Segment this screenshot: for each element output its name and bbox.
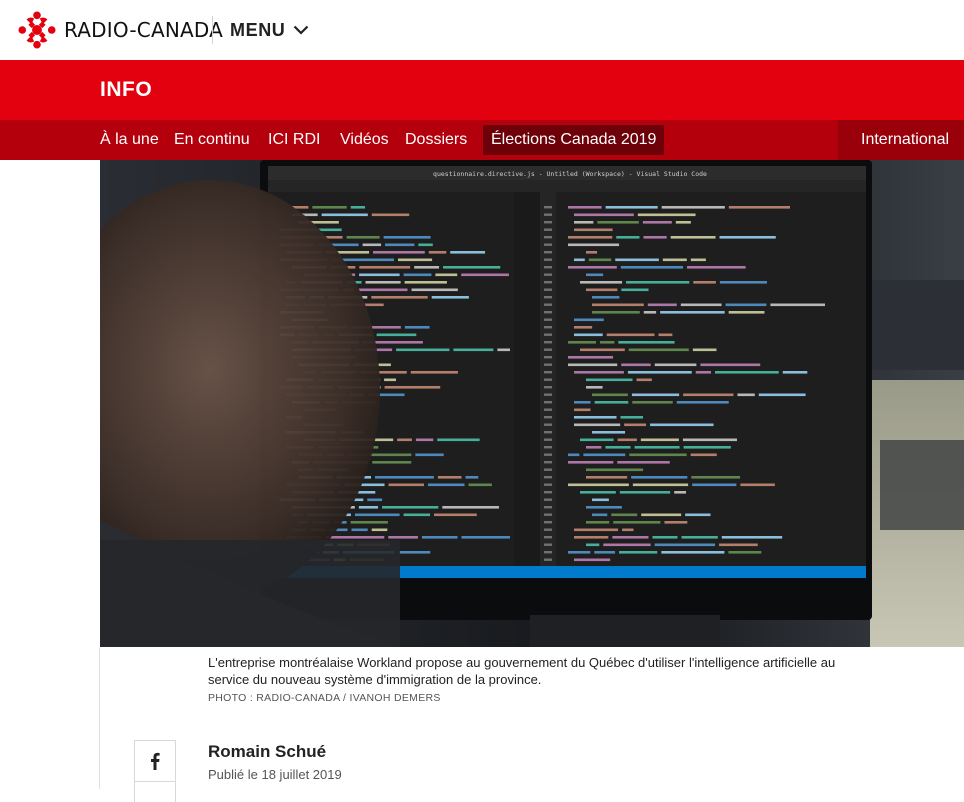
nav-item-videos[interactable]: Vidéos xyxy=(340,120,389,160)
share-button-next[interactable] xyxy=(134,781,176,802)
facebook-icon xyxy=(151,752,160,770)
menu-button[interactable]: MENU xyxy=(230,19,309,41)
nav-item-ici-rdi[interactable]: ICI RDI xyxy=(268,120,320,160)
facebook-share-button[interactable] xyxy=(134,740,176,782)
window-title: questionnaire.directive.js - Untitled (W… xyxy=(433,170,707,178)
article-photo: questionnaire.directive.js - Untitled (W… xyxy=(100,160,964,647)
publish-date: Publié le 18 juillet 2019 xyxy=(208,767,342,782)
section-title[interactable]: INFO xyxy=(100,78,152,102)
menu-label: MENU xyxy=(230,19,286,40)
photo-credit: PHOTO : RADIO-CANADA / IVANOH DEMERS xyxy=(208,692,441,704)
nav-item-elections-canada-2019[interactable]: Élections Canada 2019 xyxy=(483,125,665,155)
photo-illustration: questionnaire.directive.js - Untitled (W… xyxy=(100,160,964,647)
nav-item-en-continu[interactable]: En continu xyxy=(174,120,250,160)
radio-canada-logo-icon[interactable] xyxy=(18,11,56,49)
chevron-down-icon xyxy=(294,25,309,35)
brand-name[interactable]: RADIO-CANADA xyxy=(64,18,223,42)
nav-item-dossiers[interactable]: Dossiers xyxy=(405,120,467,160)
nav-item-a-la-une[interactable]: À la une xyxy=(100,120,159,160)
author-name[interactable]: Romain Schué xyxy=(208,742,326,762)
nav-item-international[interactable]: International xyxy=(861,120,949,160)
content-rule xyxy=(99,647,100,789)
header-divider xyxy=(212,16,213,44)
photo-caption: L'entreprise montréalaise Workland propo… xyxy=(208,655,836,687)
